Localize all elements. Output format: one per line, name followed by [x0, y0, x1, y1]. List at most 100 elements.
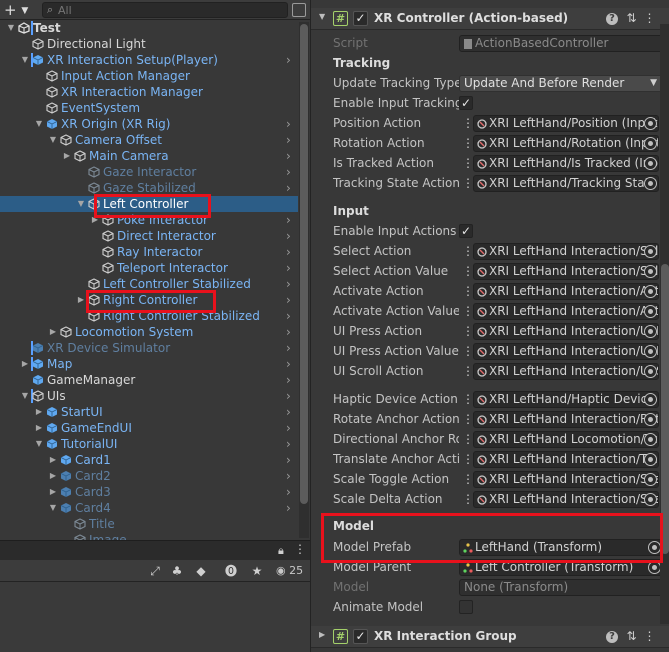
chevron-right-icon[interactable]: ›	[286, 356, 291, 372]
menu-icon[interactable]: ⋮	[642, 11, 657, 26]
object-picker-icon[interactable]	[644, 265, 657, 278]
kebab-menu-icon[interactable]: ⋮	[462, 113, 474, 133]
action-reference-field[interactable]: XRI LeftHand Interaction/Translate Ancho…	[473, 451, 659, 468]
animate-model-checkbox[interactable]	[459, 600, 473, 614]
action-reference-field[interactable]: XRI LeftHand Interaction/Scale Delta	[473, 491, 659, 508]
hierarchy-item[interactable]: ▶ Main Camera ›	[0, 148, 298, 164]
kebab-menu-icon[interactable]: ⋮	[462, 281, 474, 301]
fold-right-icon[interactable]: ▶	[48, 452, 58, 468]
chevron-right-icon[interactable]: ›	[286, 452, 291, 468]
fold-down-icon[interactable]: ▼	[34, 116, 44, 132]
chevron-right-icon[interactable]: ›	[286, 52, 291, 68]
kebab-menu-icon[interactable]: ⋮	[462, 241, 474, 261]
fold-right-icon[interactable]: ▶	[76, 292, 86, 308]
hierarchy-item[interactable]: ▶ Locomotion System ›	[0, 324, 298, 340]
hierarchy-item[interactable]: Directional Light	[0, 36, 298, 52]
chevron-right-icon[interactable]: ›	[286, 500, 291, 516]
action-reference-field[interactable]: XRI LeftHand/Tracking State (Input Actio…	[473, 175, 659, 192]
action-reference-field[interactable]: XRI LeftHand Interaction/UI Press Value	[473, 343, 659, 360]
hierarchy-item[interactable]: GameManager ›	[0, 372, 298, 388]
enable-input-actions-checkbox[interactable]: ✓	[459, 224, 473, 238]
fold-right-icon[interactable]: ▶	[319, 630, 325, 639]
fold-down-icon[interactable]: ▼	[20, 388, 30, 404]
kebab-menu-icon[interactable]: ⋮	[462, 429, 474, 449]
object-picker-icon[interactable]	[644, 245, 657, 258]
fold-down-icon[interactable]: ▼	[34, 436, 44, 452]
hierarchy-item[interactable]: Ray Interactor ›	[0, 244, 298, 260]
action-reference-field[interactable]: XRI LeftHand Interaction/Activate Value	[473, 303, 659, 320]
chevron-right-icon[interactable]: ›	[286, 388, 291, 404]
chevron-right-icon[interactable]: ›	[286, 308, 291, 324]
object-picker-icon[interactable]	[644, 413, 657, 426]
hierarchy-item[interactable]: ▼ TutorialUI ›	[0, 436, 298, 452]
script-field[interactable]: ActionBasedController	[459, 35, 663, 52]
object-picker-icon[interactable]	[644, 393, 657, 406]
chevron-right-icon[interactable]: ›	[286, 468, 291, 484]
action-reference-field[interactable]: XRI LeftHand Locomotion/Turn	[473, 431, 659, 448]
hierarchy-item[interactable]: ▼ Card4 ›	[0, 500, 298, 516]
hierarchy-scrollbar[interactable]	[299, 22, 309, 538]
chevron-right-icon[interactable]: ›	[286, 132, 291, 148]
chevron-right-icon[interactable]: ›	[286, 340, 291, 356]
object-picker-icon[interactable]	[644, 117, 657, 130]
kebab-menu-icon[interactable]: ⋮	[462, 341, 474, 361]
fold-right-icon[interactable]: ▶	[20, 356, 30, 372]
chevron-right-icon[interactable]: ›	[286, 436, 291, 452]
kebab-menu-icon[interactable]: ⋮	[462, 261, 474, 281]
chevron-right-icon[interactable]: ›	[286, 180, 291, 196]
fold-right-icon[interactable]: ▶	[48, 324, 58, 340]
action-reference-field[interactable]: XRI LeftHand/Haptic Device	[473, 391, 659, 408]
fold-down-icon[interactable]: ▼	[6, 20, 16, 36]
chevron-right-icon[interactable]: ›	[286, 324, 291, 340]
hierarchy-item[interactable]: ▶ Card3 ›	[0, 484, 298, 500]
hierarchy-item[interactable]: XR Device Simulator ›	[0, 340, 298, 356]
chevron-right-icon[interactable]: ›	[286, 484, 291, 500]
action-reference-field[interactable]: XRI LeftHand Interaction/UI Press	[473, 323, 659, 340]
chevron-right-icon[interactable]: ›	[286, 420, 291, 436]
scrollbar-thumb[interactable]	[300, 24, 308, 504]
kebab-menu-icon[interactable]: ⋮	[462, 133, 474, 153]
xr-interaction-group-header[interactable]: ▶ # ✓ XR Interaction Group ? ⇅ ⋮	[311, 626, 669, 648]
kebab-menu-icon[interactable]: ⋮	[462, 389, 474, 409]
component-header[interactable]: ▼ # ✓ XR Controller (Action-based) ? ⇅ ⋮	[311, 8, 669, 30]
action-reference-field[interactable]: XRI LeftHand Interaction/Activate	[473, 283, 659, 300]
help-icon[interactable]: ?	[606, 631, 618, 643]
hierarchy-item[interactable]: ▶ StartUI ›	[0, 404, 298, 420]
action-reference-field[interactable]: XRI LeftHand Interaction/Scale Toggle	[473, 471, 659, 488]
chevron-right-icon[interactable]: ›	[286, 404, 291, 420]
kebab-menu-icon[interactable]: ⋮	[462, 301, 474, 321]
fold-right-icon[interactable]: ▶	[62, 148, 72, 164]
kebab-menu-icon[interactable]: ⋮	[462, 489, 474, 509]
chevron-right-icon[interactable]: ›	[286, 164, 291, 180]
chevron-right-icon[interactable]: ›	[286, 244, 291, 260]
object-picker-icon[interactable]	[644, 345, 657, 358]
kebab-menu-icon[interactable]: ⋮	[462, 409, 474, 429]
kebab-menu-icon[interactable]: ⋮	[462, 361, 474, 381]
filter-icon[interactable]: ♣	[168, 563, 186, 579]
fold-right-icon[interactable]: ▶	[48, 484, 58, 500]
fold-down-icon[interactable]: ▼	[319, 12, 325, 21]
create-button[interactable]: + ▼	[4, 2, 34, 18]
hierarchy-item[interactable]: ▼ UIs ›	[0, 388, 298, 404]
component-enabled-checkbox[interactable]: ✓	[353, 629, 368, 644]
update-tracking-type-dropdown[interactable]: Update And Before Render ▼	[459, 75, 663, 92]
fold-down-icon[interactable]: ▼	[48, 132, 58, 148]
scrollbar-thumb[interactable]	[661, 264, 669, 554]
object-picker-icon[interactable]	[644, 453, 657, 466]
action-reference-field[interactable]: XRI LeftHand Interaction/Select	[473, 243, 659, 260]
star-icon[interactable]: ★	[248, 563, 266, 579]
help-icon[interactable]: ?	[606, 13, 618, 25]
hierarchy-item[interactable]: ▼ XR Interaction Setup(Player) ›	[0, 52, 298, 68]
hierarchy-item[interactable]: Image	[0, 532, 298, 540]
warning-icon[interactable]: ⓿	[222, 563, 240, 579]
hierarchy-item[interactable]: ▼ Test	[0, 20, 298, 36]
object-picker-icon[interactable]	[644, 325, 657, 338]
action-reference-field[interactable]: XRI LeftHand/Rotation (Input Action Refe…	[473, 135, 659, 152]
preset-icon[interactable]: ⇅	[624, 629, 639, 644]
tag-icon[interactable]: ◆	[192, 563, 210, 579]
hierarchy-item[interactable]: ▶ Card2 ›	[0, 468, 298, 484]
hierarchy-item[interactable]: Direct Interactor ›	[0, 228, 298, 244]
object-picker-icon[interactable]	[644, 473, 657, 486]
kebab-menu-icon[interactable]: ⋮	[462, 469, 474, 489]
action-reference-field[interactable]: XRI LeftHand/Is Tracked (Input Action Re…	[473, 155, 659, 172]
